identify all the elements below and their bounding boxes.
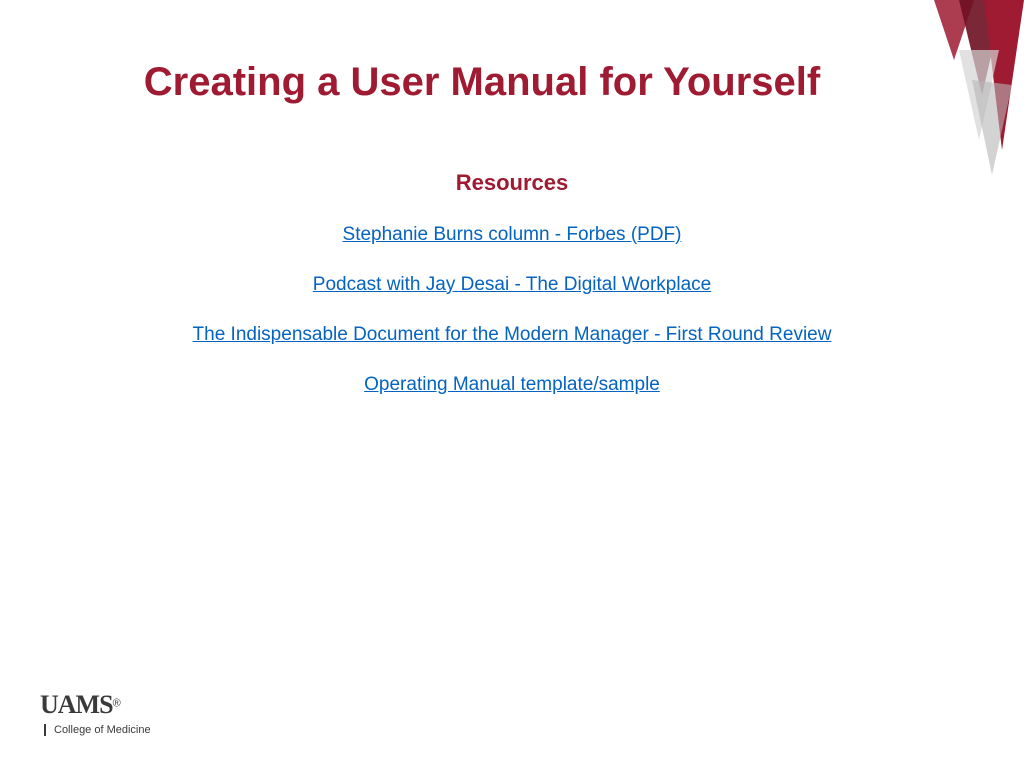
resource-link-1[interactable]: Stephanie Burns column - Forbes (PDF) (0, 224, 1024, 246)
content-area: Resources Stephanie Burns column - Forbe… (0, 170, 1024, 396)
resource-link-3[interactable]: The Indispensable Document for the Moder… (0, 324, 1024, 346)
logo-subtitle: College of Medicine (44, 724, 151, 736)
resource-link-4[interactable]: Operating Manual template/sample (0, 374, 1024, 396)
slide-title: Creating a User Manual for Yourself (0, 0, 1024, 105)
logo-registered-icon: ® (113, 698, 121, 710)
section-heading: Resources (0, 170, 1024, 196)
logo-main-text: UAMS (40, 690, 113, 719)
resource-link-2[interactable]: Podcast with Jay Desai - The Digital Wor… (0, 274, 1024, 296)
footer-logo: UAMS® College of Medicine (40, 690, 151, 738)
